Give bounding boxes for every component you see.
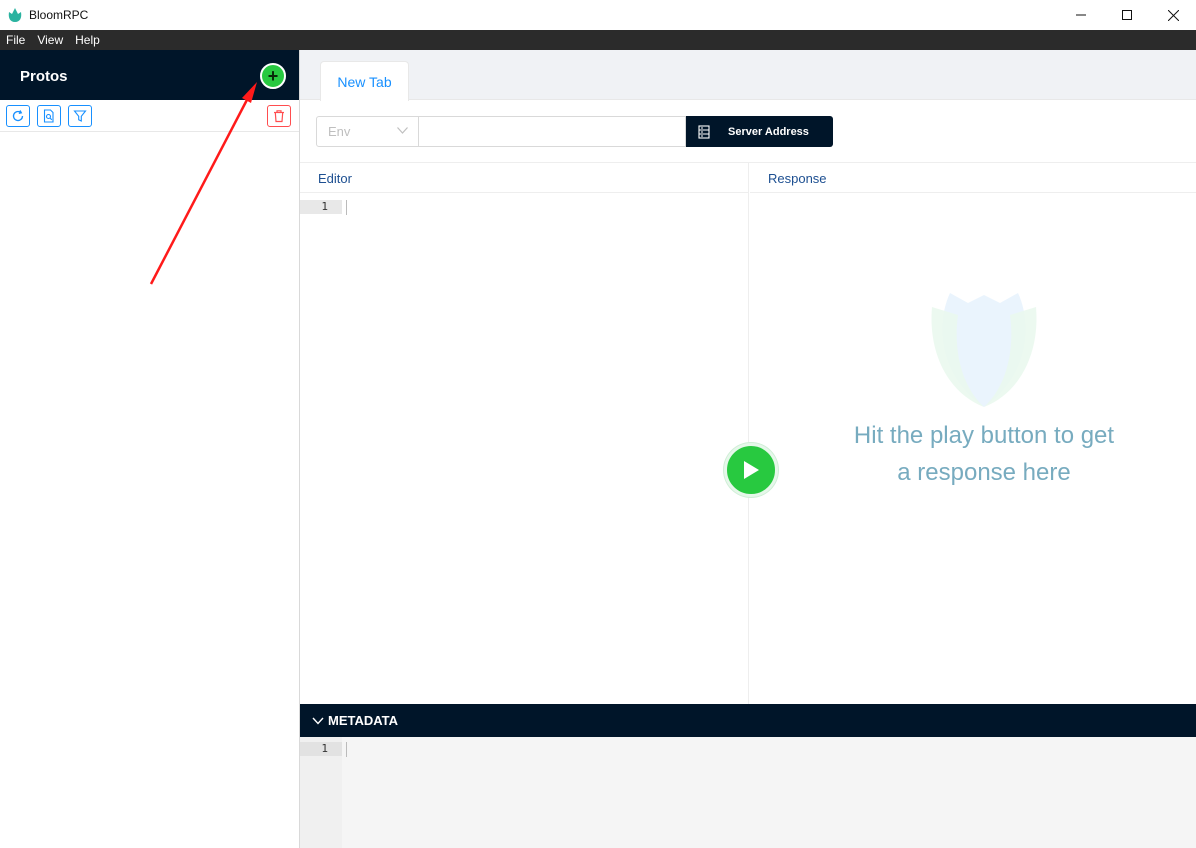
close-button[interactable]: [1150, 0, 1196, 30]
plus-icon: +: [267, 66, 279, 86]
menu-bar: File View Help: [0, 30, 1196, 50]
chevron-down-icon: [397, 127, 408, 134]
env-select[interactable]: Env: [316, 116, 419, 147]
metadata-title: METADATA: [328, 713, 399, 728]
title-bar: BloomRPC: [0, 0, 1196, 30]
env-placeholder: Env: [328, 124, 351, 139]
metadata-cursor: [346, 742, 347, 757]
server-address-label: Server Address: [728, 125, 809, 138]
tab-bar: New Tab: [300, 50, 1196, 101]
window-title: BloomRPC: [29, 8, 89, 22]
delete-all-protos-button[interactable]: [267, 105, 291, 127]
maximize-button[interactable]: [1104, 0, 1150, 30]
server-address-input[interactable]: [419, 116, 686, 147]
sidebar-title: Protos: [20, 68, 68, 85]
database-icon: [698, 124, 710, 139]
editor-title: Editor: [318, 171, 352, 186]
main-panel: New Tab Env Server Address Editor 1 Resp…: [300, 50, 1196, 848]
metadata-editor[interactable]: 1: [300, 737, 1196, 848]
filter-protos-button[interactable]: [68, 105, 92, 127]
server-address-button[interactable]: Server Address: [686, 116, 833, 147]
play-button[interactable]: [724, 443, 778, 497]
menu-file[interactable]: File: [6, 33, 25, 47]
empty-response-message: Hit the play button to get a response he…: [853, 422, 1115, 486]
response-header: Response: [750, 163, 1196, 193]
minimize-button[interactable]: [1058, 0, 1104, 30]
address-bar: Env Server Address: [316, 116, 833, 147]
tab-new-tab[interactable]: New Tab: [320, 61, 409, 101]
import-paths-button[interactable]: [37, 105, 61, 127]
editor-line-number: 1: [300, 200, 342, 214]
add-proto-button[interactable]: +: [260, 63, 286, 89]
editor-header: Editor: [300, 163, 748, 193]
reload-icon: [12, 110, 24, 122]
menu-view[interactable]: View: [37, 33, 63, 47]
editor-pane[interactable]: Editor 1: [300, 163, 749, 704]
play-icon: [744, 461, 759, 479]
file-search-icon: [43, 109, 54, 123]
menu-help[interactable]: Help: [75, 33, 100, 47]
chevron-down-icon: [312, 717, 324, 725]
bloomrpc-logo-icon: [8, 8, 22, 22]
metadata-line-number: 1: [300, 742, 342, 756]
response-title: Response: [768, 171, 827, 186]
close-icon: [1167, 9, 1179, 21]
filter-icon: [73, 110, 87, 122]
response-pane: Response Hit the play button to get a re…: [750, 163, 1196, 704]
editor-cursor: [346, 200, 347, 215]
sidebar-header: Protos +: [0, 50, 299, 100]
delete-icon: [274, 110, 284, 123]
protos-sidebar: Protos +: [0, 50, 300, 848]
reload-protos-button[interactable]: [6, 105, 30, 127]
tulip-logo-icon: [931, 293, 1037, 407]
minimize-icon: [1076, 14, 1086, 16]
maximize-icon: [1122, 10, 1132, 20]
metadata-toggle[interactable]: METADATA: [300, 704, 1196, 737]
sidebar-toolbar: [0, 100, 299, 132]
